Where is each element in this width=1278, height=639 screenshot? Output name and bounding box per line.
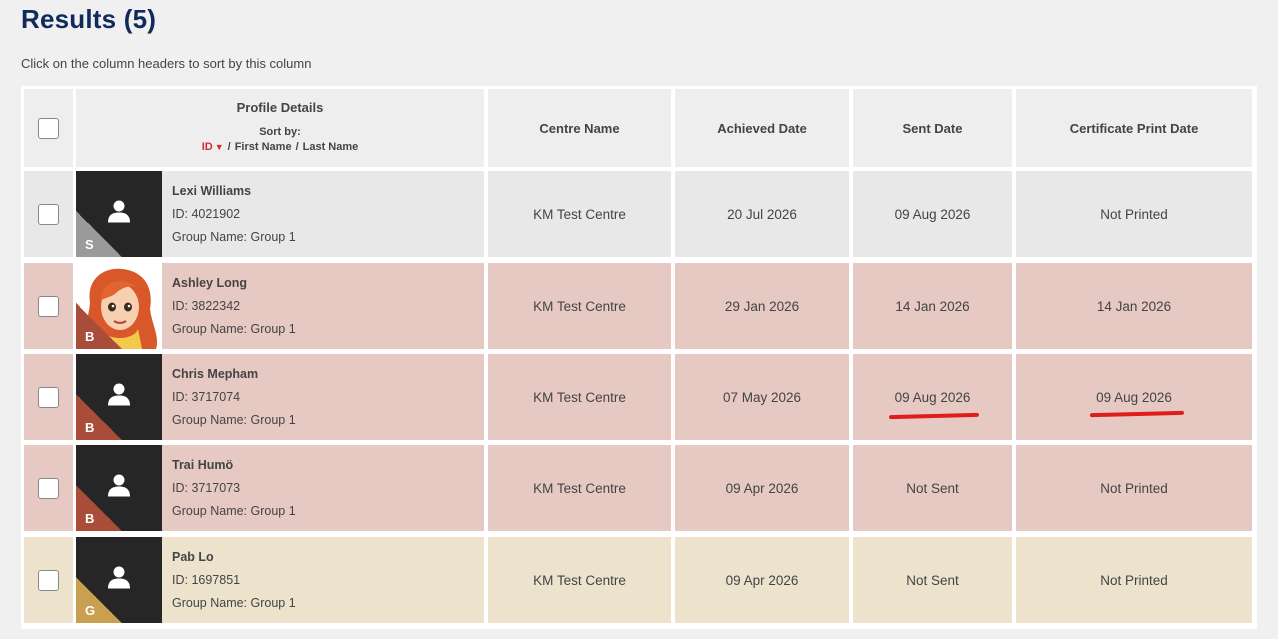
profile-info: Trai Humö ID: 3717073 Group Name: Group 1 <box>162 445 484 531</box>
page-title: Results (5) <box>21 4 157 34</box>
group-name: Group Name: Group 1 <box>172 229 296 244</box>
learner-id: ID: 3822342 <box>172 298 241 313</box>
sent-date-cell: 14 Jan 2026 <box>853 263 1012 349</box>
sent-date-cell: 09 Aug 2026 <box>853 171 1012 257</box>
results-table: Profile Details Sort by: ID ▼ / First Name /… <box>21 86 1257 629</box>
group-name: Group Name: Group 1 <box>172 595 296 610</box>
avatar: B <box>76 445 162 531</box>
row-select-cell <box>24 171 73 257</box>
row-select-cell <box>24 354 73 440</box>
learner-name[interactable]: Chris Mepham <box>172 363 484 386</box>
learner-id: ID: 1697851 <box>172 572 241 587</box>
select-all-checkbox[interactable] <box>38 117 59 139</box>
centre-name-cell: KM Test Centre <box>488 171 671 257</box>
sort-by-label: Sort by: <box>259 126 301 138</box>
group-name: Group Name: Group 1 <box>172 412 296 427</box>
certificate-print-date-cell: 14 Jan 2026 <box>1016 263 1252 349</box>
row-checkbox[interactable] <box>38 386 59 408</box>
sort-hint: Click on the column headers to sort by t… <box>21 56 312 71</box>
sort-links: ID ▼ / First Name / Last Name <box>202 141 359 153</box>
row-checkbox[interactable] <box>38 477 59 499</box>
centre-name-cell: KM Test Centre <box>488 537 671 623</box>
learner-id: ID: 4021902 <box>172 206 241 221</box>
level-badge-letter: B <box>85 511 95 526</box>
certificate-print-date-cell: Not Printed <box>1016 171 1252 257</box>
header-select-cell <box>24 89 73 167</box>
level-badge <box>76 485 122 531</box>
centre-name-cell: KM Test Centre <box>488 354 671 440</box>
sort-by-first-name-link[interactable]: First Name <box>235 141 292 153</box>
certificate-print-date-cell: Not Printed <box>1016 445 1252 531</box>
group-name: Group Name: Group 1 <box>172 503 296 518</box>
level-badge-letter: G <box>85 603 96 618</box>
achieved-date-cell: 07 May 2026 <box>675 354 849 440</box>
avatar: S <box>76 171 162 257</box>
group-name: Group Name: Group 1 <box>172 321 296 336</box>
avatar: B <box>76 354 162 440</box>
certificate-print-date-cell: Not Printed <box>1016 537 1252 623</box>
level-badge-letter: S <box>85 237 94 252</box>
sent-date-cell: Not Sent <box>853 537 1012 623</box>
learner-name[interactable]: Ashley Long <box>172 272 484 295</box>
level-badge-letter: B <box>85 329 95 344</box>
profile-info: Ashley Long ID: 3822342 Group Name: Group … <box>162 263 484 349</box>
row-select-cell <box>24 537 73 623</box>
row-checkbox[interactable] <box>38 569 59 591</box>
row-checkbox[interactable] <box>38 295 59 317</box>
certificate-print-date-cell: 09 Aug 2026 <box>1016 354 1252 440</box>
level-badge-letter: B <box>85 420 95 435</box>
header-sent-date[interactable]: Sent Date <box>853 89 1012 167</box>
learner-name[interactable]: Trai Humö <box>172 454 484 477</box>
sent-date-cell: 09 Aug 2026 <box>853 354 1012 440</box>
header-achieved-date[interactable]: Achieved Date <box>675 89 849 167</box>
separator: / <box>295 141 299 153</box>
achieved-date-cell: 29 Jan 2026 <box>675 263 849 349</box>
profile-info: Pab Lo ID: 1697851 Group Name: Group 1 <box>162 537 484 623</box>
sort-desc-arrow-icon: ▼ <box>214 142 224 152</box>
learner-name[interactable]: Lexi Williams <box>172 180 484 203</box>
level-badge <box>76 577 122 623</box>
sent-date-cell: Not Sent <box>853 445 1012 531</box>
separator: / <box>227 141 231 153</box>
avatar: B <box>76 263 162 349</box>
sort-by-last-name-link[interactable]: Last Name <box>303 141 359 153</box>
sort-by-id-link[interactable]: ID ▼ <box>202 141 224 153</box>
row-checkbox[interactable] <box>38 203 59 225</box>
profile-info: Chris Mepham ID: 3717074 Group Name: Group… <box>162 354 484 440</box>
header-certificate-print-date[interactable]: Certificate Print Date <box>1016 89 1252 167</box>
learner-id: ID: 3717073 <box>172 480 241 495</box>
centre-name-cell: KM Test Centre <box>488 445 671 531</box>
level-badge <box>76 211 122 257</box>
achieved-date-cell: 09 Apr 2026 <box>675 445 849 531</box>
profile-info: Lexi Williams ID: 4021902 Group Name: Grou… <box>162 171 484 257</box>
level-badge <box>76 303 122 349</box>
learner-id: ID: 3717074 <box>172 389 241 404</box>
learner-name[interactable]: Pab Lo <box>172 546 484 569</box>
row-select-cell <box>24 263 73 349</box>
level-badge <box>76 394 122 440</box>
header-profile-details: Profile Details Sort by: ID ▼ / First Name /… <box>76 89 484 167</box>
achieved-date-cell: 20 Jul 2026 <box>675 171 849 257</box>
row-select-cell <box>24 445 73 531</box>
header-centre-name[interactable]: Centre Name <box>488 89 671 167</box>
achieved-date-cell: 09 Apr 2026 <box>675 537 849 623</box>
sort-id-label: ID <box>201 141 213 153</box>
avatar: G <box>76 537 162 623</box>
profile-details-label: Profile Details <box>236 100 324 115</box>
centre-name-cell: KM Test Centre <box>488 263 671 349</box>
